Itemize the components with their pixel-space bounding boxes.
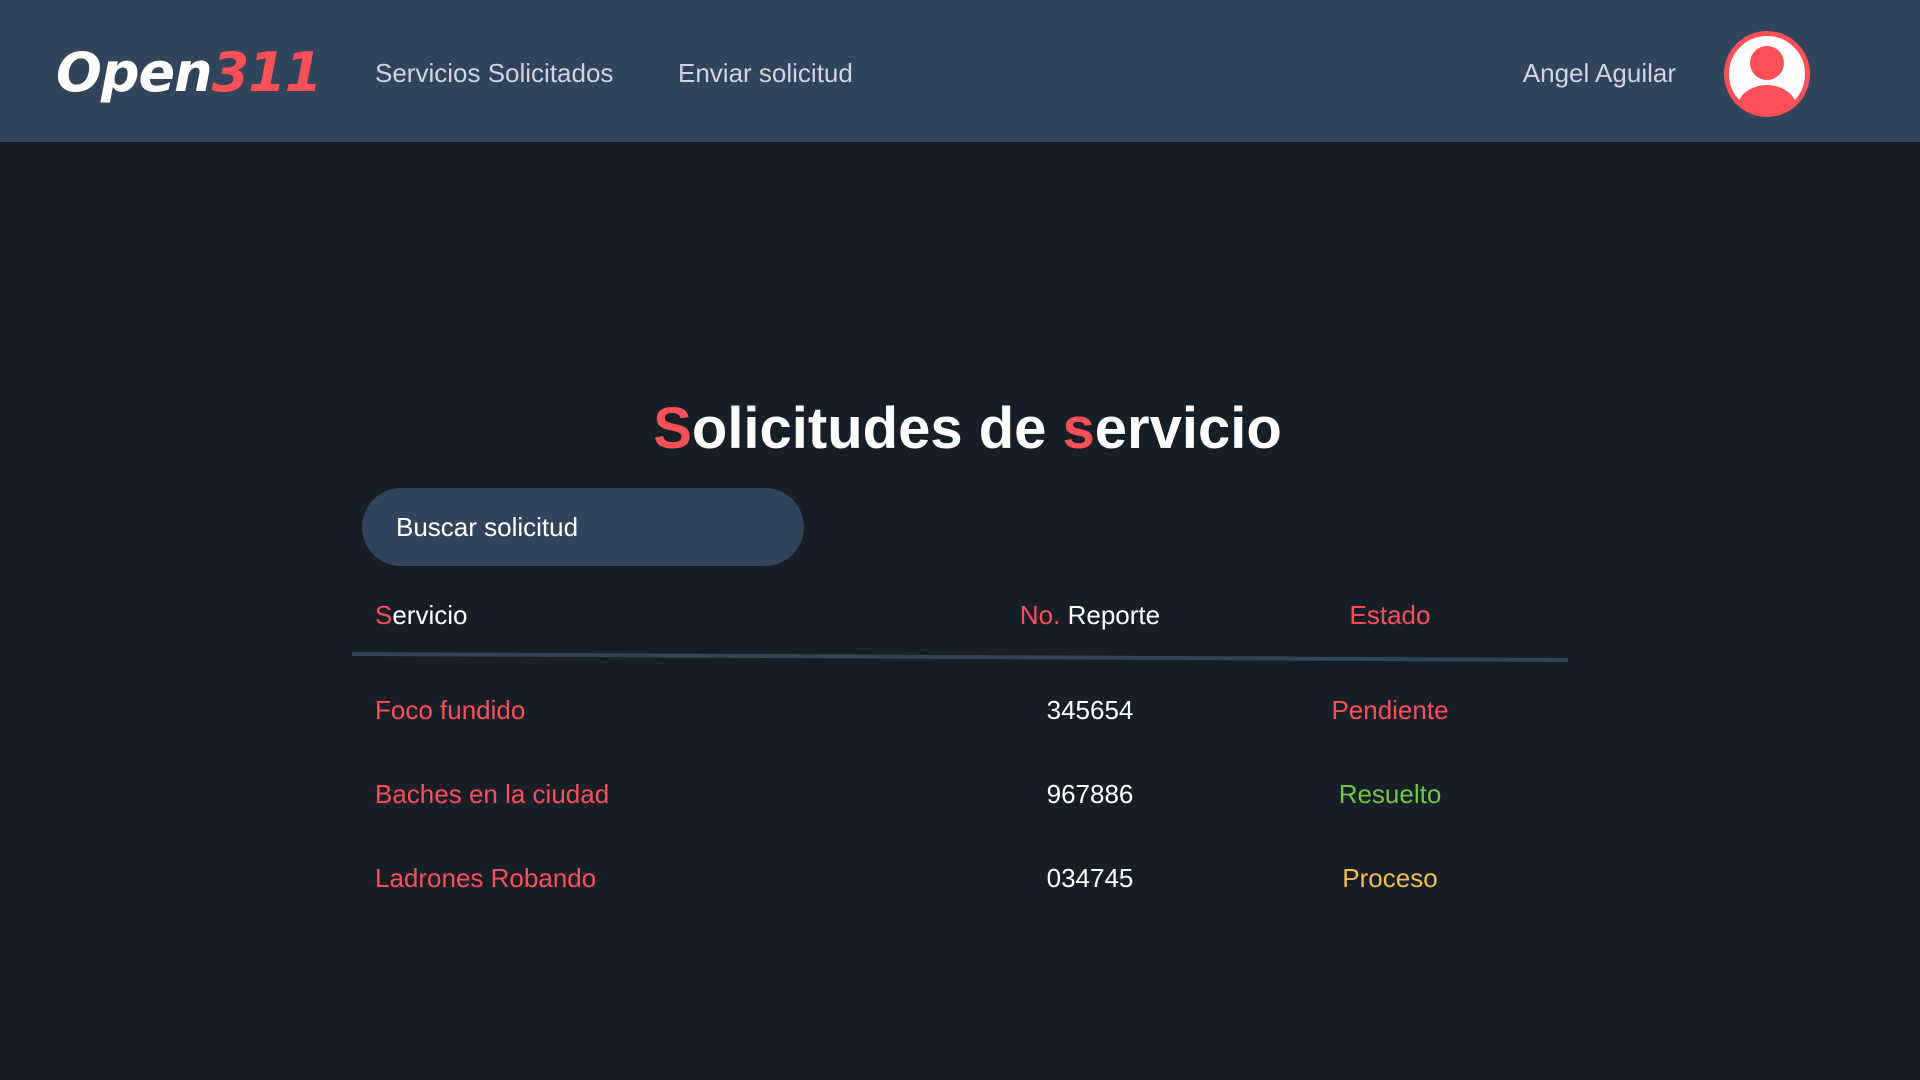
column-header-estado[interactable]: Estado [1240,600,1540,630]
title-text-part: ervicio [1094,395,1282,461]
nav-servicios-solicitados[interactable]: Servicios Solicitados [375,56,613,90]
user-circle-icon [1724,31,1810,117]
table-header-divider [352,652,1568,662]
column-header-no-reporte[interactable]: No. Reporte [940,600,1240,630]
row-report-number: 034745 [1046,863,1134,893]
table-row[interactable]: Baches en la ciudad 967886 Resuelto [352,764,1568,824]
column-header-servicio[interactable]: Servicio [375,600,467,630]
open311-logo[interactable]: Open311 [56,38,323,108]
column-header-accent: S [375,600,393,630]
nav-enviar-solicitud[interactable]: Enviar solicitud [678,56,853,90]
title-text-part: olicitudes de [691,395,1063,461]
logo-text: Open [56,41,213,104]
user-name: Angel Aguilar [1522,58,1676,88]
row-report-number: 967886 [1046,779,1134,809]
row-status: Resuelto [1338,779,1442,809]
row-service: Baches en la ciudad [375,779,610,809]
title-accent-s: S [653,395,692,461]
search-input[interactable]: Buscar solicitud [362,488,804,566]
row-service: Foco fundido [375,695,526,725]
column-header-accent: No. [1019,600,1061,630]
table-row[interactable]: Foco fundido 345654 Pendiente [352,680,1568,740]
user-avatar-icon[interactable] [1722,29,1812,119]
top-navigation-bar: Open311 Servicios Solicitados Enviar sol… [0,0,1920,142]
row-status: Pendiente [1331,695,1449,725]
column-header-text: ervicio [392,600,468,630]
row-report-number: 345654 [1046,695,1134,725]
page-title: Solicitudes de servicio [0,389,1920,469]
row-service: Ladrones Robando [375,863,597,893]
title-accent-s: s [1062,395,1095,461]
column-header-text: Reporte [1060,600,1161,630]
table-row[interactable]: Ladrones Robando 034745 Proceso [352,848,1568,908]
row-status: Proceso [1342,863,1438,893]
logo-accent-text: 311 [211,41,323,104]
